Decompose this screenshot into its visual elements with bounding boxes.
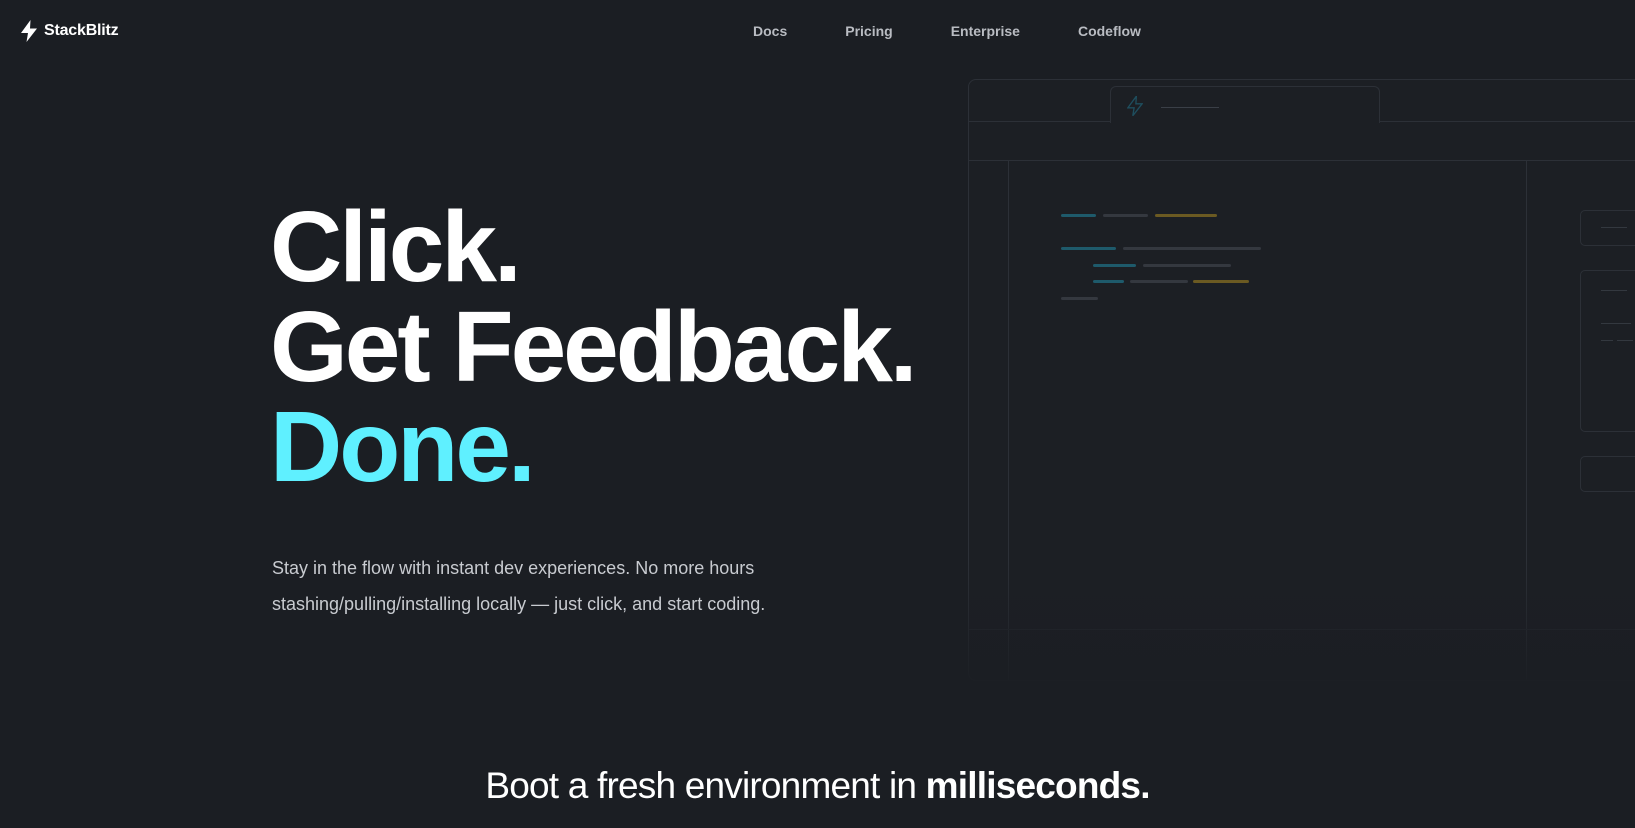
hero-subtitle: Stay in the flow with instant dev experi… [272,558,766,614]
hero-title-line-feedback: Get Feedback. [270,291,918,403]
nav-link-docs[interactable]: Docs [753,23,787,39]
preview-placeholder-box [1580,456,1635,492]
bolt-icon [21,20,37,42]
main-nav: Docs Pricing Enterprise Codeflow [753,23,1199,39]
nav-link-codeflow[interactable]: Codeflow [1078,23,1141,39]
tagline-heading: Boot a fresh environment in milliseconds… [0,764,1635,808]
nav-link-enterprise[interactable]: Enterprise [951,23,1020,39]
mockup-tab-bar [969,80,1635,123]
code-placeholder-line [1093,280,1124,283]
hero-title-line-click: Click. [270,191,522,303]
tagline-prefix: Boot a fresh environment in [485,765,926,806]
bolt-icon [1127,96,1143,116]
code-placeholder-line [1103,214,1148,217]
top-navigation: StackBlitz Docs Pricing Enterprise Codef… [0,0,1635,64]
hero-title: Click. Get Feedback. Done. [270,191,918,503]
preview-placeholder-line [1601,340,1613,341]
nav-link-pricing[interactable]: Pricing [845,23,892,39]
code-placeholder-line [1123,247,1261,250]
preview-placeholder-line [1601,290,1627,291]
preview-placeholder-line [1601,227,1627,228]
tagline-emphasis: milliseconds. [925,765,1151,806]
brand-name: StackBlitz [44,22,119,39]
code-placeholder-line [1155,214,1217,217]
code-placeholder-line [1061,214,1096,217]
mockup-toolbar [969,121,1635,161]
hero-title-line-done: Done. [270,391,536,503]
mockup-status-line [969,629,1635,630]
mockup-tab [1110,86,1380,123]
preview-placeholder-box [1580,210,1635,246]
tab-title-placeholder [1161,107,1219,108]
editor-mockup [968,79,1635,681]
code-placeholder-line [1093,264,1136,267]
preview-placeholder-box [1580,270,1635,432]
mockup-pane-divider [1526,161,1527,680]
code-placeholder-line [1061,247,1116,250]
code-placeholder-line [1193,280,1249,283]
stackblitz-logo[interactable]: StackBlitz [20,20,119,42]
code-placeholder-line [1061,297,1098,300]
mockup-sidebar-divider [1008,161,1009,680]
preview-placeholder-line [1617,340,1633,341]
code-placeholder-line [1130,280,1188,283]
code-placeholder-line [1143,264,1231,267]
preview-placeholder-line [1601,323,1631,324]
